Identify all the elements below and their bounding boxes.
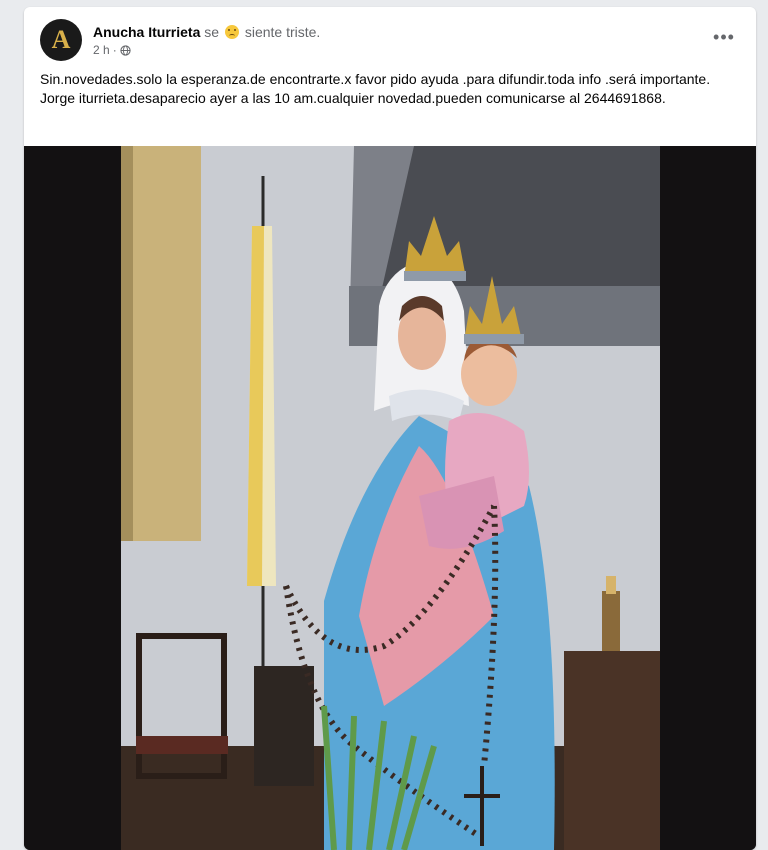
post-header: A Anucha Iturrieta se siente triste. 2 h… bbox=[40, 19, 740, 63]
post-meta: 2 h · bbox=[93, 43, 131, 57]
feeling-text: siente triste. bbox=[244, 24, 321, 40]
globe-icon bbox=[120, 44, 131, 56]
feeling-prefix: se bbox=[204, 24, 220, 40]
author-name[interactable]: Anucha Iturrieta bbox=[93, 24, 200, 40]
more-options-icon: ••• bbox=[713, 26, 735, 47]
meta-separator: · bbox=[112, 43, 117, 57]
author-line: Anucha Iturrieta se siente triste. bbox=[93, 24, 320, 40]
post-photo[interactable] bbox=[24, 146, 756, 850]
statue-photo-image bbox=[24, 146, 756, 850]
post-text: Sin.novedades.solo la esperanza.de encon… bbox=[40, 71, 711, 106]
post-time[interactable]: 2 h bbox=[93, 43, 110, 57]
sad-face-icon bbox=[224, 25, 239, 39]
post-card: A Anucha Iturrieta se siente triste. 2 h… bbox=[24, 7, 756, 850]
avatar-letter: A bbox=[51, 25, 71, 54]
avatar[interactable]: A bbox=[40, 19, 82, 61]
more-options-button[interactable]: ••• bbox=[708, 23, 740, 51]
